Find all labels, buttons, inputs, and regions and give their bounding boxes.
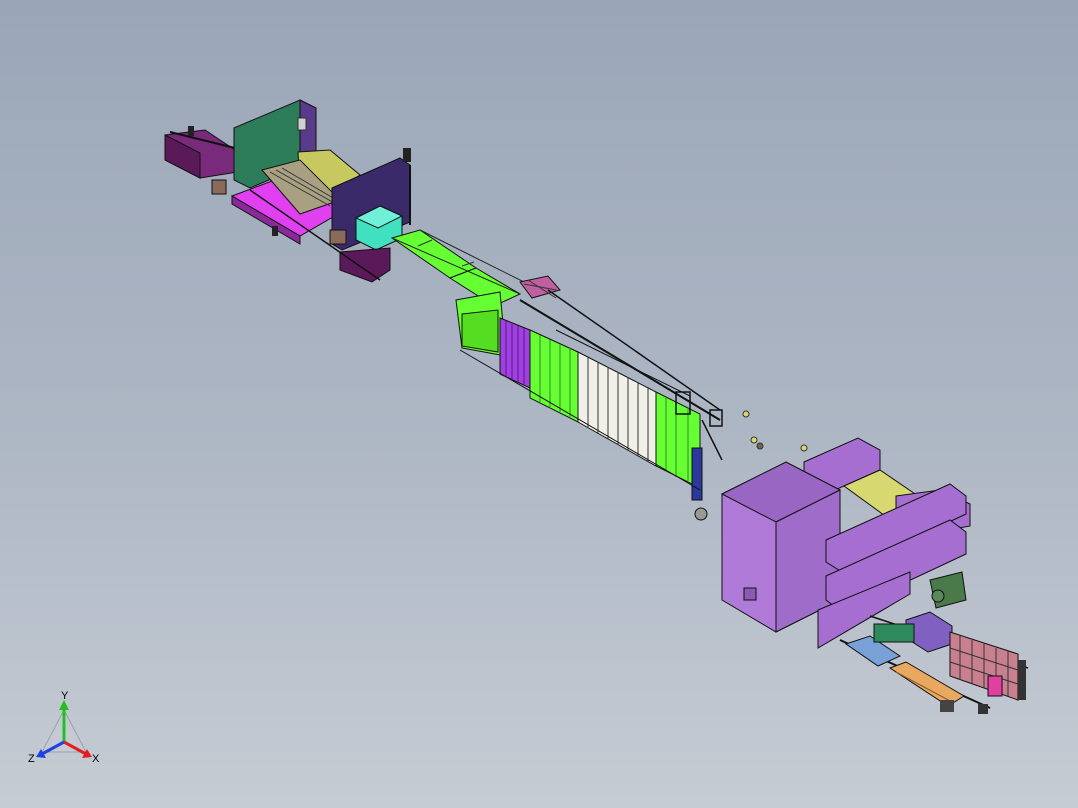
loose-fasteners[interactable] <box>742 410 808 452</box>
graphics-viewport[interactable]: Y X Z <box>0 0 1078 808</box>
roller-rack-station[interactable] <box>455 289 723 521</box>
z-axis-label: Z <box>28 753 35 765</box>
infeed-station[interactable] <box>164 99 411 283</box>
orientation-triad: Y X Z <box>28 690 100 765</box>
model-canvas[interactable] <box>0 0 1078 808</box>
outfeed-station[interactable] <box>839 611 1029 714</box>
conveyor-belt[interactable] <box>390 229 561 307</box>
y-axis-label: Y <box>61 690 69 702</box>
x-axis-label: X <box>92 753 100 765</box>
